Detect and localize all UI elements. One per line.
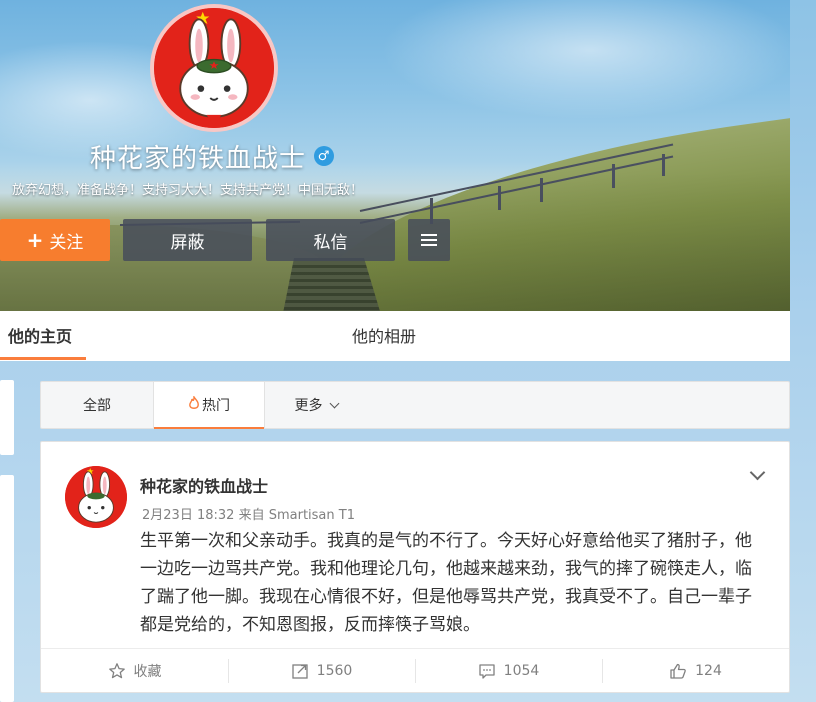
profile-bio: 放弃幻想，准备战争！支持习大大！支持共产党！中国无敌！ xyxy=(12,183,364,198)
filter-tab-more[interactable]: 更多 xyxy=(281,382,351,428)
weibo-post-card: 种花家的铁血战士 2月23日 18:32 来自 Smartisan T1 生平第… xyxy=(40,441,790,693)
filter-tab-more-label: 更多 xyxy=(294,398,323,414)
block-button[interactable]: 屏蔽 xyxy=(123,219,252,261)
post-meta: 2月23日 18:32 来自 Smartisan T1 xyxy=(142,504,355,523)
plus-icon: + xyxy=(26,228,44,252)
chevron-down-icon xyxy=(329,398,339,408)
side-panel-fragment xyxy=(0,475,14,702)
profile-name-row: 种花家的铁血战士 ♂ xyxy=(90,138,335,174)
post-source: Smartisan T1 xyxy=(268,508,355,523)
forward-button[interactable]: 1560 xyxy=(228,649,415,693)
like-button[interactable]: 124 xyxy=(602,649,789,693)
follow-button[interactable]: + 关注 xyxy=(0,219,110,261)
comment-icon xyxy=(479,664,495,679)
hamburger-icon xyxy=(421,231,437,249)
active-filter-indicator xyxy=(154,427,264,429)
bunny-avatar-image xyxy=(154,8,274,128)
follow-button-label: 关注 xyxy=(49,232,84,253)
tab-home[interactable]: 他的主页 xyxy=(8,323,72,347)
feed-filter-tabs: 全部 热门 更多 xyxy=(40,381,790,429)
thumbs-up-icon xyxy=(670,663,686,679)
comment-button[interactable]: 1054 xyxy=(415,649,602,693)
active-tab-indicator xyxy=(0,357,86,360)
message-button[interactable]: 私信 xyxy=(266,219,395,261)
comment-count: 1054 xyxy=(503,663,540,679)
post-time[interactable]: 2月23日 18:32 xyxy=(142,508,234,523)
like-count: 124 xyxy=(695,663,722,679)
post-text: 生平第一次和父亲动手。我真的是气的不行了。今天好心好意给他买了猪肘子，他一边吃一… xyxy=(140,531,752,635)
filter-tab-all-label: 全部 xyxy=(83,398,111,414)
forward-count: 1560 xyxy=(316,663,353,679)
profile-name: 种花家的铁血战士 xyxy=(90,143,307,174)
forward-icon xyxy=(292,664,308,679)
flame-icon xyxy=(188,394,200,414)
filter-tab-hot[interactable]: 热门 xyxy=(153,382,265,429)
more-menu-button[interactable] xyxy=(408,219,450,261)
post-source-prefix: 来自 xyxy=(238,508,265,523)
bunny-avatar-image xyxy=(65,466,127,528)
profile-tab-bar: 他的主页 他的相册 xyxy=(0,311,790,361)
filter-tab-all[interactable]: 全部 xyxy=(41,382,153,428)
side-panel-fragment xyxy=(0,380,14,455)
block-button-label: 屏蔽 xyxy=(170,232,205,253)
post-author-avatar[interactable] xyxy=(65,466,127,528)
chevron-down-icon[interactable] xyxy=(749,464,766,481)
message-button-label: 私信 xyxy=(313,232,348,253)
profile-avatar[interactable] xyxy=(150,4,278,132)
male-icon: ♂ xyxy=(314,146,335,166)
favorite-button[interactable]: 收藏 xyxy=(41,649,228,693)
star-icon xyxy=(108,663,125,679)
filter-tab-hot-label: 热门 xyxy=(202,398,230,414)
post-author-name[interactable]: 种花家的铁血战士 xyxy=(140,473,268,497)
favorite-label: 收藏 xyxy=(133,664,162,680)
tab-album[interactable]: 他的相册 xyxy=(352,323,416,347)
